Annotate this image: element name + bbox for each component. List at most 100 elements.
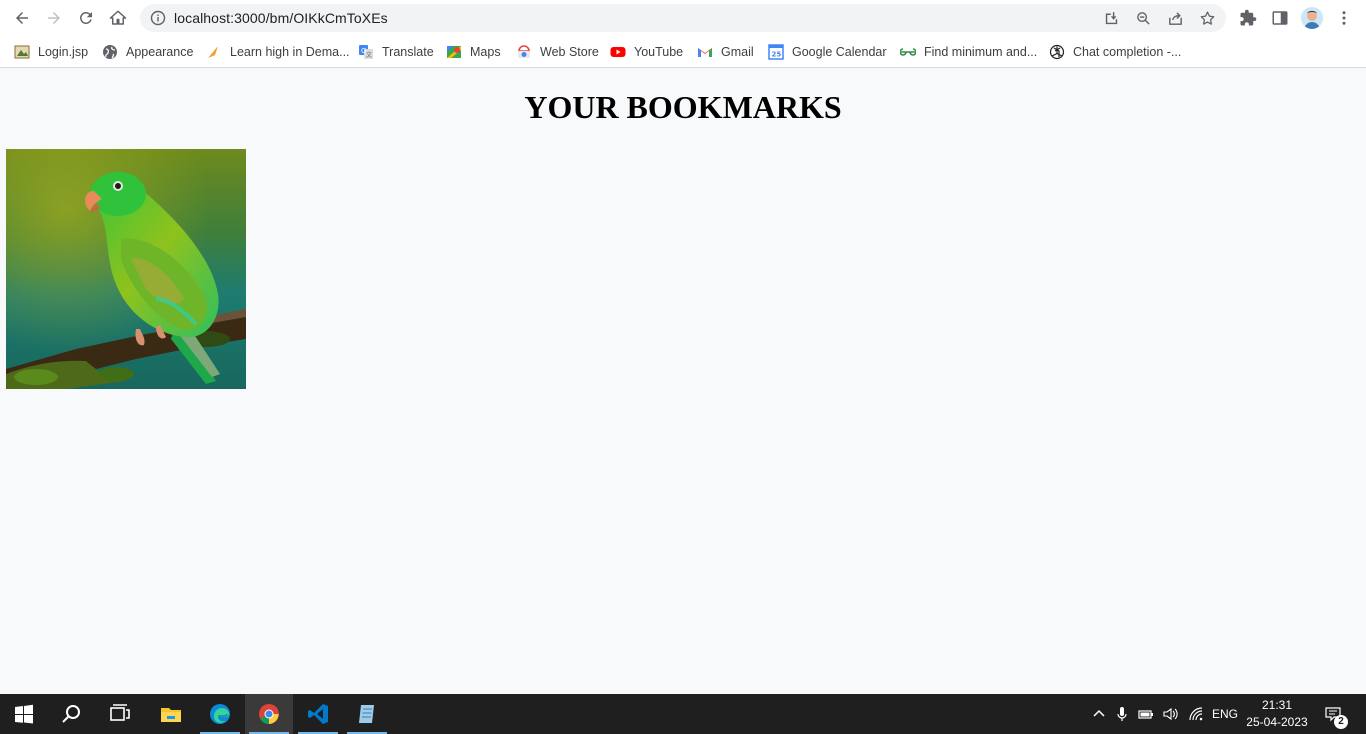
taskbar-search-button[interactable] [48, 694, 96, 734]
bookmark-label: Appearance [126, 45, 194, 59]
bookmark-label: Gmail [721, 45, 754, 59]
install-app-button[interactable] [1102, 9, 1120, 27]
url-text[interactable]: localhost:3000/bm/OIKkCmToXEs [174, 10, 388, 26]
page-title: YOUR BOOKMARKS [524, 89, 842, 125]
bookmark-login-jsp[interactable]: Login.jsp [14, 43, 88, 61]
zoom-out-icon [1136, 11, 1150, 25]
bookmark-google-calendar[interactable]: 25 Google Calendar [768, 43, 887, 61]
puzzle-icon [1240, 9, 1257, 26]
extensions-button[interactable] [1238, 8, 1258, 28]
translate-icon: G文 [358, 44, 374, 60]
bookmark-label: Login.jsp [38, 45, 89, 59]
svg-text:25: 25 [772, 51, 782, 59]
bookmark-label: Translate [382, 45, 434, 59]
taskbar-chrome[interactable] [245, 694, 293, 734]
reload-button[interactable] [72, 4, 100, 32]
taskbar-notepad[interactable] [343, 694, 391, 734]
edge-icon [210, 704, 230, 724]
bookmark-gmail[interactable]: Gmail [697, 43, 754, 61]
bookmark-translate[interactable]: G文 Translate [358, 43, 434, 61]
avatar-icon [1301, 7, 1323, 29]
forward-arrow-icon [48, 12, 60, 24]
profile-avatar[interactable] [1301, 7, 1323, 29]
bookmark-label: Web Store [540, 45, 599, 59]
browser-toolbar: localhost:3000/bm/OIKkCmToXEs [0, 0, 1366, 36]
task-view-icon [110, 704, 130, 721]
chevron-up-icon [1093, 709, 1105, 717]
youtube-icon [610, 44, 626, 60]
openai-icon [1049, 44, 1065, 60]
task-view-button[interactable] [96, 694, 144, 734]
site-info-icon[interactable] [150, 10, 166, 26]
bookmark-find-minimum[interactable]: Find minimum and... [900, 43, 1037, 61]
page-content: YOUR BOOKMARKS [0, 69, 1366, 694]
maps-icon [446, 44, 462, 60]
show-hidden-icons-button[interactable] [1090, 705, 1108, 723]
globe-icon [102, 44, 118, 60]
notification-count-badge: 2 [1334, 715, 1348, 729]
notepad-icon [359, 705, 374, 723]
side-panel-button[interactable] [1270, 8, 1290, 28]
home-button[interactable] [104, 4, 132, 32]
speaker-icon [1163, 707, 1178, 721]
bookmarks-bar: Login.jsp Appearance Learn high in Dema.… [0, 36, 1366, 68]
bookmark-label: YouTube [634, 45, 684, 59]
bookmark-web-store[interactable]: Web Store [516, 43, 599, 61]
login-page-icon [14, 44, 30, 60]
search-icon [62, 705, 80, 723]
share-icon [1168, 11, 1182, 25]
input-language[interactable]: ENG [1212, 707, 1238, 721]
wifi-icon [1189, 707, 1203, 721]
forward-button[interactable] [40, 4, 68, 32]
address-bar[interactable]: localhost:3000/bm/OIKkCmToXEs [140, 4, 1226, 32]
learn-icon [206, 44, 222, 60]
vscode-icon [308, 704, 328, 724]
chrome-menu-button[interactable] [1334, 8, 1354, 28]
bookmark-star-button[interactable] [1198, 9, 1216, 27]
zoom-button[interactable] [1134, 9, 1152, 27]
bookmark-learn[interactable]: Learn high in Dema... [206, 43, 350, 61]
webstore-icon [516, 44, 532, 60]
side-panel-icon [1272, 11, 1288, 25]
microphone-status[interactable] [1113, 705, 1131, 723]
parrot-image [6, 149, 246, 389]
clock-date: 25-04-2023 [1246, 715, 1308, 729]
start-button[interactable] [0, 694, 48, 734]
reload-icon [79, 11, 92, 24]
bookmark-appearance[interactable]: Appearance [102, 43, 193, 61]
clock-time: 21:31 [1261, 698, 1293, 712]
bookmark-image[interactable] [6, 149, 246, 389]
bookmark-label: Chat completion -... [1073, 45, 1182, 59]
bookmark-label: Learn high in Dema... [230, 45, 350, 59]
file-explorer-icon [161, 708, 181, 722]
bookmark-label: Find minimum and... [924, 45, 1038, 59]
battery-status[interactable] [1137, 705, 1155, 723]
bookmark-label: Google Calendar [792, 45, 887, 59]
chrome-icon [259, 704, 279, 725]
taskbar-edge[interactable] [196, 694, 244, 734]
geeksforgeeks-icon [900, 44, 916, 60]
gmail-icon [697, 44, 713, 60]
more-vert-icon [1342, 11, 1346, 25]
svg-text:文: 文 [366, 51, 372, 59]
star-icon [1200, 10, 1214, 25]
microphone-icon [1117, 707, 1127, 721]
bookmark-chat-completion[interactable]: Chat completion -... [1049, 43, 1181, 61]
taskbar-clock[interactable]: 21:31 25-04-2023 [1246, 697, 1308, 731]
battery-icon [1138, 710, 1153, 719]
taskbar-file-explorer[interactable] [147, 694, 195, 734]
bookmark-maps[interactable]: Maps [446, 43, 501, 61]
install-icon [1105, 11, 1117, 24]
network-status[interactable] [1187, 705, 1205, 723]
windows-logo-icon [15, 704, 33, 724]
windows-taskbar: ENG 21:31 25-04-2023 2 [0, 694, 1366, 734]
bookmark-label: Maps [470, 45, 501, 59]
home-icon [109, 10, 127, 25]
back-button[interactable] [8, 4, 36, 32]
taskbar-vscode[interactable] [294, 694, 342, 734]
back-arrow-icon [16, 12, 28, 24]
volume-control[interactable] [1161, 705, 1179, 723]
share-button[interactable] [1166, 9, 1184, 27]
calendar-icon: 25 [768, 44, 784, 60]
bookmark-youtube[interactable]: YouTube [610, 43, 683, 61]
